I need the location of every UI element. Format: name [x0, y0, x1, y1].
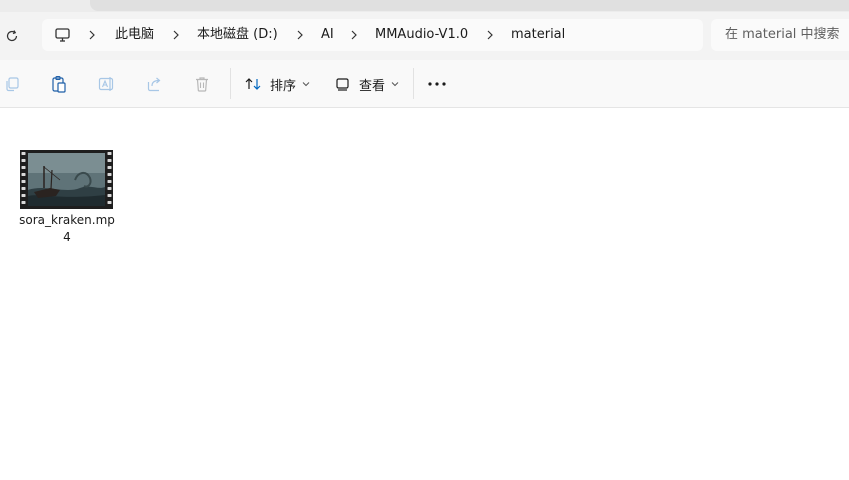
view-button[interactable]: 查看 — [335, 73, 399, 95]
toolbar-divider — [413, 68, 414, 99]
rename-button[interactable] — [95, 73, 119, 95]
breadcrumb-local-disk[interactable]: 本地磁盘 (D:) — [197, 27, 278, 43]
address-bar[interactable]: 此电脑 本地磁盘 (D:) AI MMAudio-V1.0 material — [42, 19, 703, 51]
sort-label: 排序 — [270, 78, 297, 94]
video-film-icon — [20, 150, 113, 209]
video-thumbnail — [20, 150, 113, 209]
title-strip — [0, 0, 849, 12]
view-label: 查看 — [359, 78, 386, 94]
chevron-right-icon[interactable] — [87, 29, 97, 41]
chevron-right-icon[interactable] — [295, 29, 305, 41]
search-input[interactable]: 在 material 中搜索 — [711, 19, 849, 51]
chevron-down-icon — [391, 81, 399, 87]
tab-strip — [90, 0, 849, 11]
toolbar-divider — [230, 68, 231, 99]
paste-icon — [52, 75, 66, 93]
computer-monitor-icon[interactable] — [54, 27, 72, 43]
paste-button[interactable] — [47, 73, 71, 95]
breadcrumb-mmaudio[interactable]: MMAudio-V1.0 — [375, 27, 468, 43]
file-view[interactable]: sora_kraken.mp4 — [0, 108, 849, 480]
breadcrumb-ai[interactable]: AI — [321, 27, 334, 43]
file-item[interactable]: sora_kraken.mp4 — [18, 148, 116, 246]
delete-button[interactable] — [190, 73, 214, 95]
breadcrumb-this-pc[interactable]: 此电脑 — [115, 27, 154, 43]
view-icon — [336, 78, 349, 91]
address-row: 此电脑 本地磁盘 (D:) AI MMAudio-V1.0 material 在… — [0, 12, 849, 60]
breadcrumb-material[interactable]: material — [511, 27, 565, 43]
file-name: sora_kraken.mp4 — [19, 213, 115, 244]
refresh-button[interactable] — [0, 24, 24, 48]
share-icon — [147, 77, 161, 92]
copy-icon — [6, 77, 19, 92]
command-bar: 排序 查看 — [0, 60, 849, 108]
chevron-right-icon[interactable] — [171, 29, 181, 41]
share-button[interactable] — [143, 73, 167, 95]
chevron-right-icon[interactable] — [349, 29, 359, 41]
chevron-right-icon[interactable] — [485, 29, 495, 41]
delete-icon — [196, 77, 208, 92]
sort-button[interactable]: 排序 — [245, 73, 310, 95]
rename-icon — [98, 77, 114, 91]
chevron-down-icon — [302, 81, 310, 87]
copy-button[interactable] — [0, 73, 24, 95]
more-options-button[interactable] — [425, 73, 449, 95]
refresh-icon — [6, 30, 18, 42]
sort-icon — [245, 78, 261, 90]
more-icon — [428, 82, 446, 86]
